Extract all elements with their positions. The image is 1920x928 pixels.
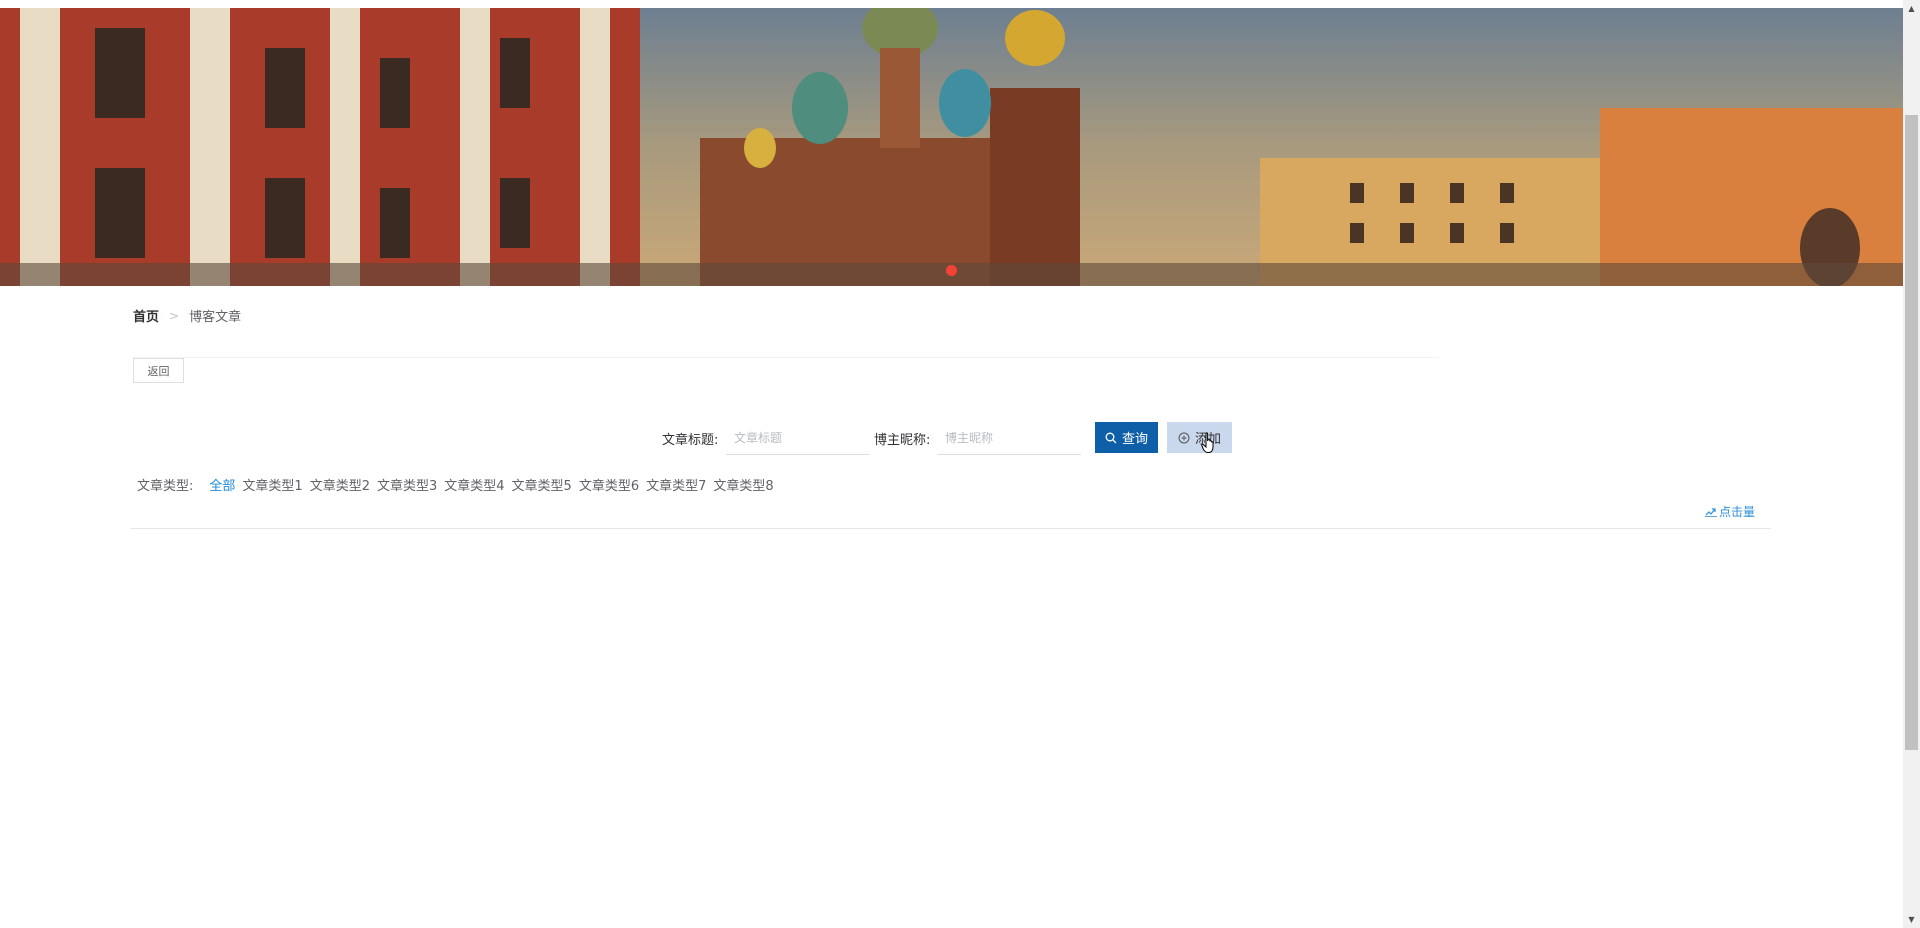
sort-label: 点击量 — [1719, 505, 1756, 519]
type-filter-item[interactable]: 文章类型7 — [646, 475, 706, 494]
page-scrollbar[interactable]: ▲ ▼ — [1903, 0, 1920, 928]
breadcrumb-separator: > — [169, 308, 180, 323]
divider — [133, 357, 1438, 358]
title-search-input[interactable] — [726, 421, 870, 455]
nickname-label: 博主昵称: — [874, 433, 931, 448]
back-button[interactable]: 返回 — [133, 358, 184, 383]
type-filter-item[interactable]: 文章类型3 — [377, 475, 437, 494]
type-filter-item[interactable]: 文章类型1 — [242, 475, 302, 494]
add-button[interactable]: 添加 — [1167, 422, 1232, 453]
type-filter-item[interactable]: 文章类型4 — [444, 475, 504, 494]
breadcrumb: 首页 > 博客文章 — [133, 306, 242, 326]
type-filter-all[interactable]: 全部 — [209, 475, 235, 494]
nickname-search-input[interactable] — [937, 421, 1081, 455]
page: 首页 > 博客文章 返回 文章标题: 博主昵称: 查询 添加 文章类型: — [0, 0, 1903, 928]
search-icon — [1105, 432, 1117, 443]
query-button-label: 查询 — [1121, 432, 1148, 447]
carousel-indicator-dot[interactable] — [946, 265, 957, 276]
plus-circle-icon — [1178, 432, 1190, 443]
scroll-down-arrow-icon[interactable]: ▼ — [1903, 911, 1920, 928]
divider — [131, 528, 1771, 529]
banner-image — [0, 8, 1903, 286]
type-filter-label: 文章类型: — [137, 479, 194, 494]
type-filter-item[interactable]: 文章类型6 — [579, 475, 639, 494]
title-label: 文章标题: — [662, 433, 719, 448]
breadcrumb-current: 博客文章 — [189, 310, 242, 325]
trend-icon — [1705, 507, 1717, 517]
scroll-up-arrow-icon[interactable]: ▲ — [1903, 0, 1920, 17]
hand-cursor-icon — [1201, 432, 1214, 453]
scrollbar-thumb[interactable] — [1905, 115, 1918, 750]
type-filter-item[interactable]: 文章类型8 — [713, 475, 773, 494]
query-button[interactable]: 查询 — [1095, 422, 1158, 453]
sort-by-clicks-link[interactable]: 点击量 — [1705, 503, 1755, 520]
article-type-filter: 文章类型: 全部 文章类型1 文章类型2 文章类型3 文章类型4 文章类型5 文… — [137, 475, 781, 494]
type-filter-item[interactable]: 文章类型5 — [512, 475, 572, 494]
banner-carousel[interactable] — [0, 8, 1903, 286]
type-filter-item[interactable]: 文章类型2 — [310, 475, 370, 494]
breadcrumb-home[interactable]: 首页 — [133, 306, 159, 325]
